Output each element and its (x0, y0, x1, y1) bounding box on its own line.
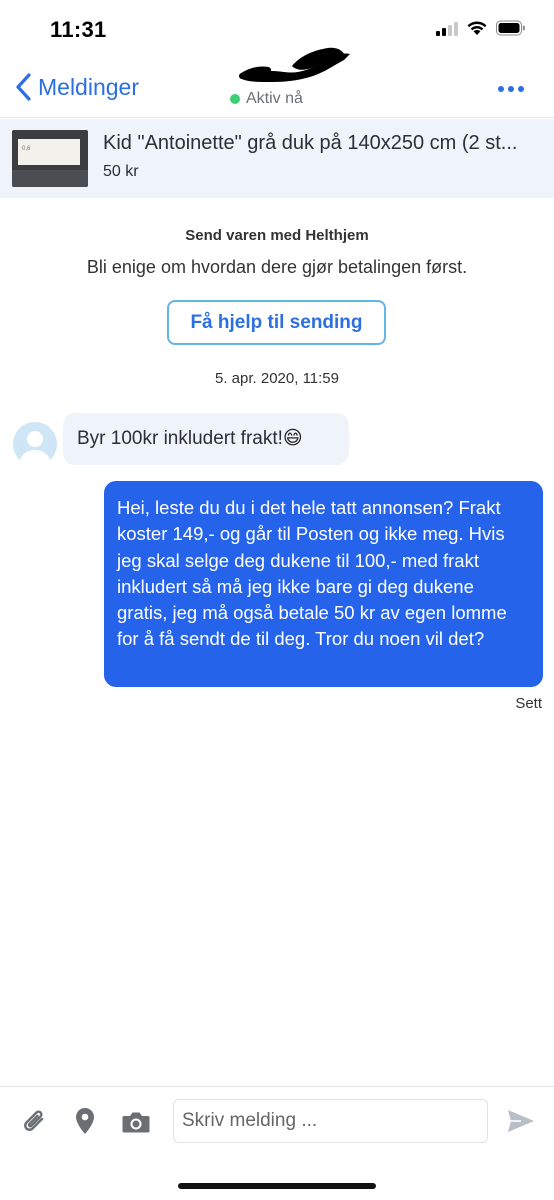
chevron-left-icon (16, 73, 31, 101)
message-input[interactable] (173, 1099, 488, 1143)
incoming-message[interactable]: Byr 100kr inkludert frakt!😄 (63, 413, 349, 465)
shipping-text: Bli enige om hvordan dere gjør betalinge… (86, 257, 468, 277)
outgoing-message[interactable]: Hei, leste du du i det hele tatt annonse… (104, 481, 543, 687)
contact-info[interactable]: Aktiv nå (210, 47, 370, 118)
battery-icon (496, 20, 525, 36)
grinning-emoji: 😄 (282, 428, 303, 449)
avatar[interactable] (13, 422, 57, 466)
more-options-icon[interactable] (498, 86, 524, 92)
presence-text: Aktiv nå (246, 90, 303, 107)
location-pin-icon[interactable] (72, 1106, 98, 1138)
back-button[interactable]: Meldinger (14, 72, 139, 102)
redaction-scribble (239, 47, 350, 82)
camera-icon[interactable] (121, 1109, 151, 1135)
home-indicator (178, 1183, 376, 1189)
signal-icon (436, 20, 458, 36)
paperclip-icon[interactable] (20, 1107, 50, 1137)
item-banner[interactable]: 0,6 Kid "Antoinette" grå duk på 140x250 … (0, 119, 554, 198)
read-status: Sett (515, 695, 542, 712)
item-thumbnail: 0,6 (12, 130, 88, 187)
wifi-icon (467, 21, 487, 35)
item-title: Kid "Antoinette" grå duk på 140x250 cm (… (103, 132, 518, 154)
status-time: 11:31 (50, 17, 107, 42)
status-icons (436, 20, 526, 36)
back-label: Meldinger (38, 73, 139, 100)
shipping-heading: Send varen med Helthjem (185, 227, 369, 244)
shipping-help-button[interactable]: Få hjelp til sending (167, 300, 386, 345)
incoming-message-text: Byr 100kr inkludert frakt! (77, 428, 283, 449)
outgoing-message-text: Hei, leste du du i det hele tatt annonse… (117, 497, 507, 650)
shipping-help-button-label: Få hjelp til sending (190, 311, 363, 333)
nav-header: Meldinger Aktiv nå (0, 47, 554, 118)
message-timestamp: 5. apr. 2020, 11:59 (215, 370, 339, 387)
presence-status: Aktiv nå (230, 90, 303, 108)
item-price: 50 kr (103, 163, 139, 180)
send-icon[interactable] (506, 1107, 536, 1135)
online-indicator (230, 94, 240, 104)
